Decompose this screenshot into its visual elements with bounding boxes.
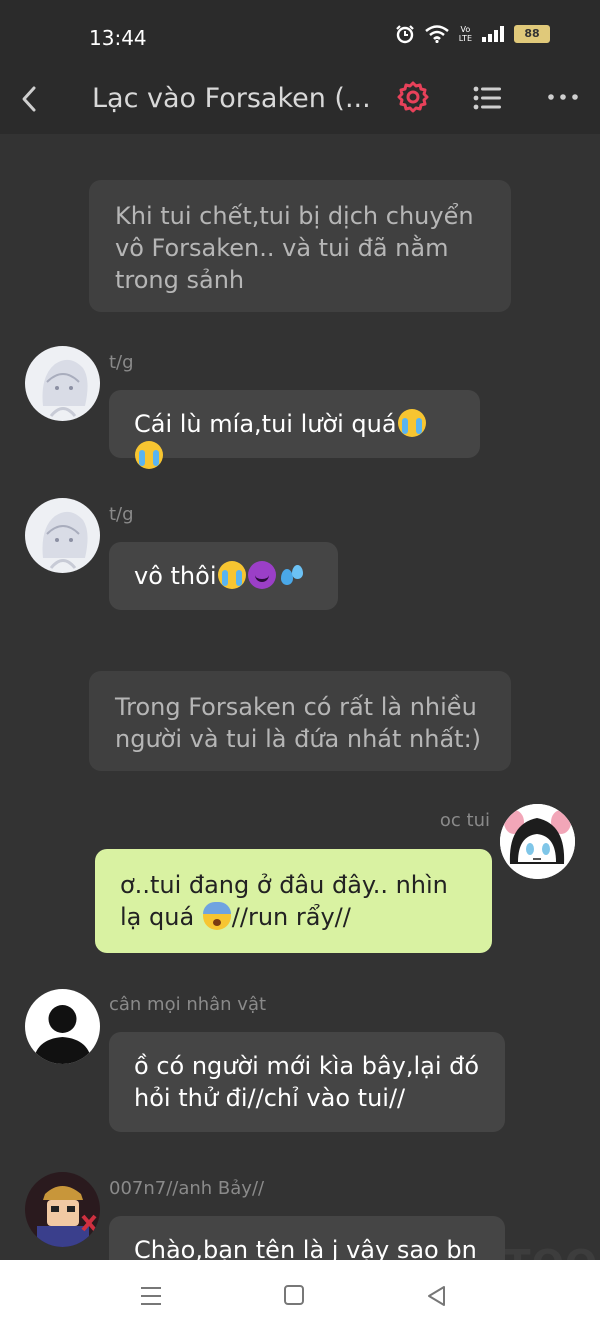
system-nav-bar xyxy=(0,1260,600,1333)
back-triangle-icon[interactable] xyxy=(424,1283,450,1309)
volte-icon: Vo LTE xyxy=(458,25,472,43)
chat-list[interactable]: Khi tui chết,tui bị dịch chuyển vô Forsa… xyxy=(0,134,600,1260)
character-name: 007n7//anh Bảy// xyxy=(109,1178,265,1199)
message-bubble: ồ có người mới kìa bây,lại đó hỏi thử đi… xyxy=(109,1032,505,1132)
wifi-icon xyxy=(424,25,449,43)
home-icon[interactable] xyxy=(284,1285,304,1305)
list-icon[interactable] xyxy=(470,81,504,115)
message-text: ồ có người mới kìa bây,lại đó hỏi thử đi… xyxy=(134,1052,480,1112)
self-message-text-action: //run rẩy// xyxy=(231,903,351,931)
narration-bubble: Khi tui chết,tui bị dịch chuyển vô Forsa… xyxy=(89,180,511,312)
back-icon[interactable] xyxy=(16,82,44,116)
self-avatar[interactable] xyxy=(500,804,575,879)
character-name: t/g xyxy=(109,352,134,373)
message-bubble: Chào,bạn tên là j vậy sao bn xyxy=(109,1216,505,1260)
character-name: t/g xyxy=(109,504,134,525)
page-title: Lạc vào Forsaken (... xyxy=(92,83,371,114)
status-bar: 13:44 Vo LTE 88 xyxy=(0,0,600,70)
loudly-crying-face-icon xyxy=(397,409,426,437)
narration-bubble: Trong Forsaken có rất là nhiều người và … xyxy=(89,671,511,771)
alarm-icon xyxy=(395,25,414,44)
more-icon[interactable] xyxy=(546,82,580,112)
self-name: oc tui xyxy=(439,810,490,831)
message-bubble: vô thôi xyxy=(109,542,338,610)
menu-icon[interactable] xyxy=(138,1284,164,1308)
avatar[interactable] xyxy=(25,1172,100,1247)
message-text: vô thôi xyxy=(134,562,217,590)
avatar[interactable] xyxy=(25,989,100,1064)
status-time: 13:44 xyxy=(89,26,147,50)
narration-text: Trong Forsaken có rất là nhiều người và … xyxy=(115,693,482,753)
message-bubble: Cái lù mía,tui lười quá xyxy=(109,390,480,469)
signal-icon xyxy=(482,26,504,42)
message-text: Cái lù mía,tui lười quá xyxy=(134,410,397,438)
battery-icon: 88 xyxy=(514,25,550,43)
narration-text: Khi tui chết,tui bị dịch chuyển vô Forsa… xyxy=(115,202,474,294)
gear-icon[interactable] xyxy=(396,80,430,114)
sweat-droplets-icon xyxy=(278,561,306,589)
status-icons: Vo LTE 88 xyxy=(395,24,550,44)
loudly-crying-face-icon xyxy=(135,441,163,469)
smiling-face-with-horns-icon xyxy=(247,561,276,589)
avatar[interactable] xyxy=(25,346,100,421)
loudly-crying-face-icon xyxy=(217,561,246,589)
avatar[interactable] xyxy=(25,498,100,573)
message-text: Chào,bạn tên là j vậy sao bn xyxy=(134,1236,477,1260)
character-name: cân mọi nhân vật xyxy=(109,994,267,1015)
fearful-face-icon xyxy=(202,902,231,930)
app-header: Lạc vào Forsaken (... xyxy=(0,70,600,134)
self-message-bubble: ơ..tui đang ở đâu đây.. nhìn lạ quá //ru… xyxy=(95,849,492,953)
